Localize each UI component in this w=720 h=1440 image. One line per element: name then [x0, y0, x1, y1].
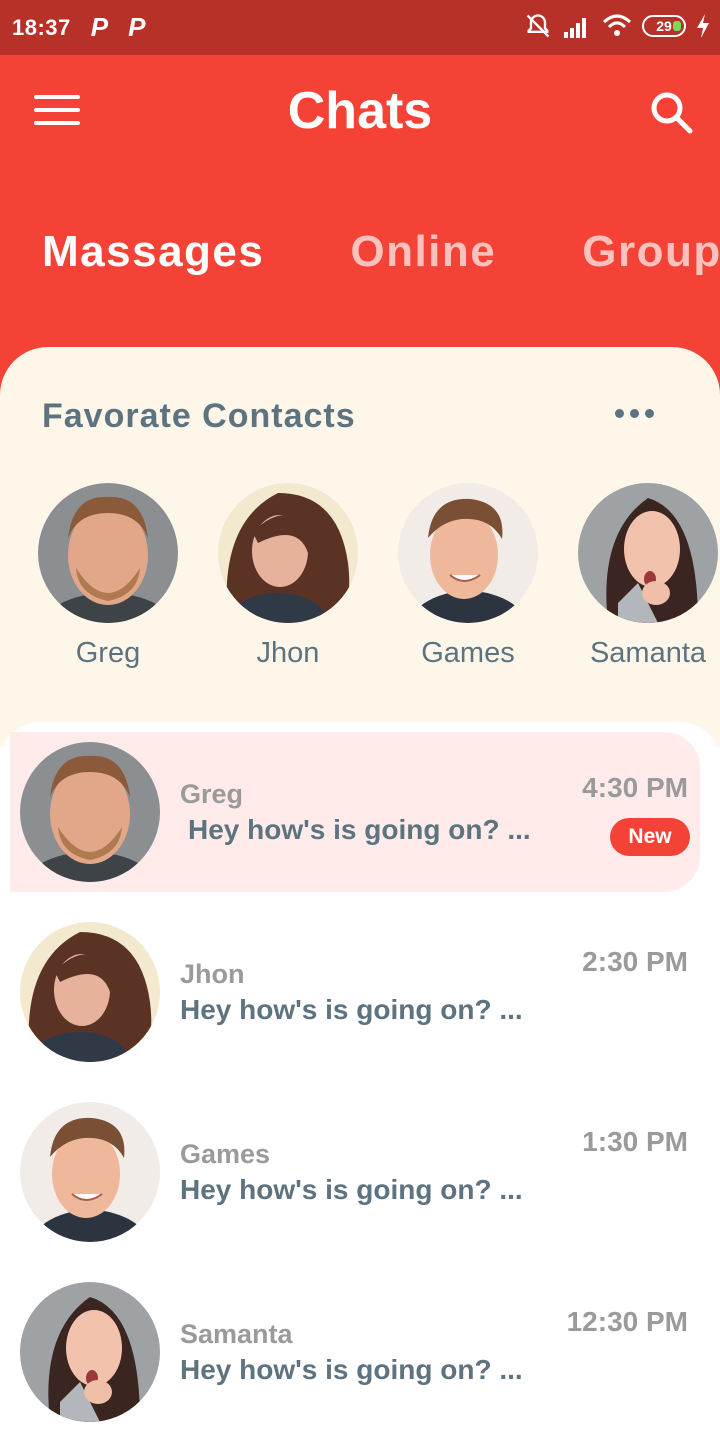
- contact-name: Games: [421, 637, 515, 669]
- wifi-icon: [602, 14, 632, 36]
- tab-online[interactable]: Online: [350, 227, 496, 277]
- battery-level: 29: [656, 18, 672, 34]
- avatar: [20, 1102, 160, 1242]
- chat-preview: Hey how's is going on? ...: [180, 1354, 523, 1385]
- contact-name: Jhon: [256, 637, 320, 669]
- chat-name: Greg: [180, 779, 244, 809]
- chat-time: 12:30 PM: [566, 1306, 688, 1337]
- tab-bar: Massages Online Groups: [42, 227, 720, 277]
- favorites-title: Favorate Contacts: [42, 397, 356, 435]
- favorite-contact-greg[interactable]: Greg: [38, 483, 178, 670]
- avatar: [20, 1282, 160, 1422]
- chat-name: Jhon: [180, 959, 245, 989]
- chat-name: Games: [180, 1139, 271, 1169]
- status-time: 18:37: [12, 14, 71, 40]
- notification-p-icon: P: [128, 12, 146, 42]
- battery-icon: 29: [642, 15, 686, 37]
- signal-icon: [564, 18, 586, 38]
- chat-preview: Hey how's is going on? ...: [180, 1174, 523, 1205]
- favorite-contacts-list: Greg Jhon Games Samanta: [38, 483, 718, 670]
- charging-icon: [697, 14, 709, 38]
- chat-name: Samanta: [180, 1319, 293, 1349]
- favorite-contact-samanta[interactable]: Samanta: [578, 483, 718, 670]
- chat-time: 1:30 PM: [582, 1126, 688, 1157]
- chat-time: 2:30 PM: [582, 946, 688, 977]
- chat-item-samanta[interactable]: Samanta Hey how's is going on? ... 12:30…: [10, 1272, 700, 1432]
- page-title: Chats: [287, 82, 433, 140]
- silent-icon: [526, 14, 550, 38]
- status-bar: 18:37 P P 29: [0, 0, 720, 55]
- contact-name: Greg: [75, 637, 141, 669]
- search-icon[interactable]: [648, 89, 694, 135]
- tab-messages[interactable]: Massages: [42, 227, 264, 277]
- notification-p-icon: P: [90, 12, 109, 42]
- avatar: [20, 742, 160, 882]
- chat-preview: Hey how's is going on? ...: [180, 994, 523, 1025]
- favorite-contact-games[interactable]: Games: [398, 483, 538, 670]
- tab-groups[interactable]: Groups: [582, 227, 720, 277]
- favorite-contacts-panel: Favorate Contacts Greg Jhon Games Samant…: [0, 347, 720, 747]
- chat-preview: Hey how's is going on? ...: [188, 814, 531, 845]
- avatar: [20, 922, 160, 1062]
- status-icons: 29: [524, 12, 710, 40]
- chat-list: Greg Hey how's is going on? ... 4:30 PM …: [0, 722, 720, 1440]
- chat-item-greg[interactable]: Greg Hey how's is going on? ... 4:30 PM …: [10, 732, 700, 892]
- new-badge: New: [610, 818, 690, 856]
- avatar: [398, 483, 538, 623]
- avatar: [578, 483, 718, 623]
- avatar: [38, 483, 178, 623]
- more-icon[interactable]: [615, 409, 654, 418]
- avatar: [218, 483, 358, 623]
- favorite-contact-jhon[interactable]: Jhon: [218, 483, 358, 670]
- chat-item-games[interactable]: Games Hey how's is going on? ... 1:30 PM: [10, 1092, 700, 1252]
- chat-item-jhon[interactable]: Jhon Hey how's is going on? ... 2:30 PM: [10, 912, 700, 1072]
- chat-time: 4:30 PM: [582, 772, 688, 803]
- contact-name: Samanta: [589, 637, 707, 669]
